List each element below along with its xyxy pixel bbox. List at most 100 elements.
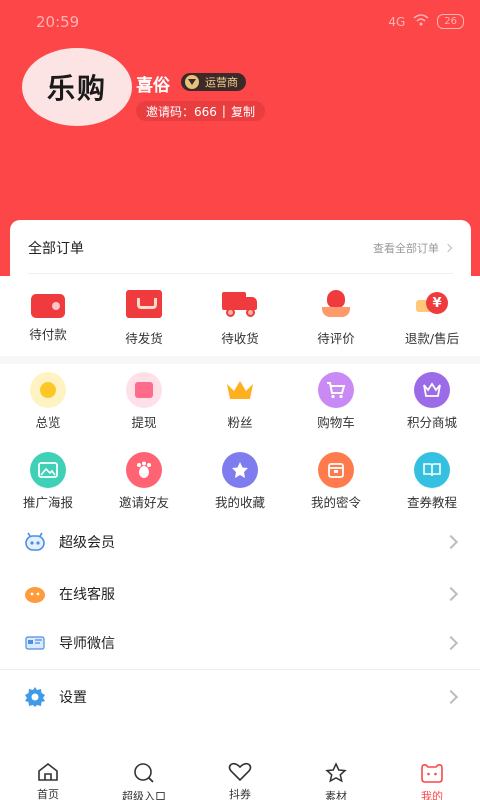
status-icons: 4G 26 <box>388 14 464 29</box>
secret-icon <box>318 452 354 488</box>
tool-invite-friends[interactable]: 邀请好友 <box>96 452 192 511</box>
chevron-right-icon <box>443 635 459 651</box>
package-icon <box>126 290 162 318</box>
tool-overview[interactable]: 总览 <box>0 372 96 431</box>
view-all-orders-label: 查看全部订单 <box>373 242 439 255</box>
order-item-label: 退款/售后 <box>404 331 460 346</box>
nav-super-entry[interactable]: 超级入口 <box>96 752 192 800</box>
order-status-row: 待付款 待发货 待收货 待评价 ¥ 退款/售后 <box>0 290 480 356</box>
star-icon <box>222 452 258 488</box>
invite-code-pill: 邀请码：666 | 复制 <box>136 101 265 121</box>
section-gap <box>0 356 480 364</box>
nav-label: 素材 <box>325 790 347 800</box>
battery-icon: 26 <box>437 14 464 29</box>
tool-label: 我的收藏 <box>214 495 265 510</box>
divider <box>28 273 453 274</box>
nav-label: 抖券 <box>229 788 251 800</box>
search-icon <box>132 762 156 784</box>
bottom-nav: 首页 超级入口 抖券 素材 我的 <box>0 752 480 800</box>
nav-label: 我的 <box>421 790 443 800</box>
invite-separator: | <box>221 104 226 118</box>
tool-cart[interactable]: 购物车 <box>288 372 384 431</box>
menu-label: 超级会员 <box>59 535 115 551</box>
nav-label: 超级入口 <box>122 790 166 800</box>
order-item-label: 待评价 <box>317 331 355 346</box>
chevron-right-icon <box>443 586 459 602</box>
order-pending-shipment[interactable]: 待发货 <box>96 290 192 356</box>
tool-label: 邀请好友 <box>118 495 169 510</box>
chevron-right-icon <box>443 243 453 253</box>
order-pending-receipt[interactable]: 待收货 <box>192 290 288 356</box>
nav-mine[interactable]: 我的 <box>384 752 480 800</box>
flower-icon <box>318 290 354 318</box>
heart-icon <box>228 762 252 782</box>
service-icon <box>24 584 46 604</box>
tool-favorites[interactable]: 我的收藏 <box>192 452 288 511</box>
poster-icon <box>30 452 66 488</box>
tutorial-icon <box>414 452 450 488</box>
nav-douquan[interactable]: 抖券 <box>192 752 288 800</box>
menu-super-vip[interactable]: 超级会员 <box>0 517 480 567</box>
menu-label: 设置 <box>59 690 87 706</box>
wallet-icon <box>31 294 65 318</box>
menu-mentor-wechat[interactable]: 导师微信 <box>0 618 480 668</box>
home-icon <box>36 762 60 782</box>
tool-label: 购物车 <box>317 415 355 430</box>
truck-icon <box>222 290 258 318</box>
vip-icon <box>24 532 46 552</box>
chevron-right-icon <box>443 534 459 550</box>
wifi-icon <box>413 14 429 29</box>
username: 喜俗 <box>136 76 170 96</box>
withdraw-icon <box>126 372 162 408</box>
tool-label: 推广海报 <box>22 495 73 510</box>
settings-icon <box>24 687 46 707</box>
avatar-logo-text: 乐购 <box>46 72 107 105</box>
menu-settings[interactable]: 设置 <box>0 672 480 722</box>
star-outline-icon <box>324 762 348 784</box>
tools-row-2: 推广海报 邀请好友 我的收藏 我的密令 查券教程 <box>0 452 480 511</box>
tool-points-mall[interactable]: 积分商城 <box>384 372 480 431</box>
invite-icon <box>126 452 162 488</box>
cart-icon <box>318 372 354 408</box>
tool-withdraw[interactable]: 提现 <box>96 372 192 431</box>
nav-label: 首页 <box>37 788 59 800</box>
avatar[interactable]: 乐购 <box>22 48 132 126</box>
order-refund[interactable]: ¥ 退款/售后 <box>384 290 480 356</box>
role-level-icon <box>185 75 199 89</box>
nav-home[interactable]: 首页 <box>0 752 96 800</box>
nav-materials[interactable]: 素材 <box>288 752 384 800</box>
view-all-orders-link[interactable]: 查看全部订单 <box>373 240 453 256</box>
menu-online-service[interactable]: 在线客服 <box>0 569 480 619</box>
crown-icon <box>222 372 258 408</box>
mall-icon <box>414 372 450 408</box>
tools-row-1: 总览 提现 粉丝 购物车 积分商城 <box>0 372 480 431</box>
tool-secret-code[interactable]: 我的密令 <box>288 452 384 511</box>
role-badge: 运营商 <box>181 73 246 91</box>
divider <box>0 669 480 670</box>
tool-poster[interactable]: 推广海报 <box>0 452 96 511</box>
tool-coupon-tutorial[interactable]: 查券教程 <box>384 452 480 511</box>
tool-label: 粉丝 <box>227 415 253 430</box>
order-item-label: 待发货 <box>125 331 163 346</box>
status-bar: 20:59 4G 26 <box>0 0 480 44</box>
overview-icon <box>30 372 66 408</box>
order-item-label: 待收货 <box>221 331 259 346</box>
order-pending-review[interactable]: 待评价 <box>288 290 384 356</box>
tool-label: 提现 <box>131 415 157 430</box>
invite-code: 邀请码：666 <box>146 104 217 119</box>
tool-label: 查券教程 <box>406 495 457 510</box>
order-item-label: 待付款 <box>29 327 67 342</box>
order-pending-payment[interactable]: 待付款 <box>0 290 96 356</box>
profile-icon <box>419 762 445 784</box>
wechat-icon <box>24 633 46 653</box>
tool-label: 积分商城 <box>406 415 457 430</box>
role-label: 运营商 <box>205 76 238 89</box>
status-time: 20:59 <box>36 13 80 31</box>
tool-fans[interactable]: 粉丝 <box>192 372 288 431</box>
tool-label: 我的密令 <box>310 495 361 510</box>
menu-label: 导师微信 <box>59 636 115 652</box>
copy-invite-button[interactable]: 复制 <box>231 103 255 120</box>
orders-title: 全部订单 <box>28 241 84 257</box>
refund-icon: ¥ <box>414 290 450 318</box>
menu-label: 在线客服 <box>59 587 115 603</box>
